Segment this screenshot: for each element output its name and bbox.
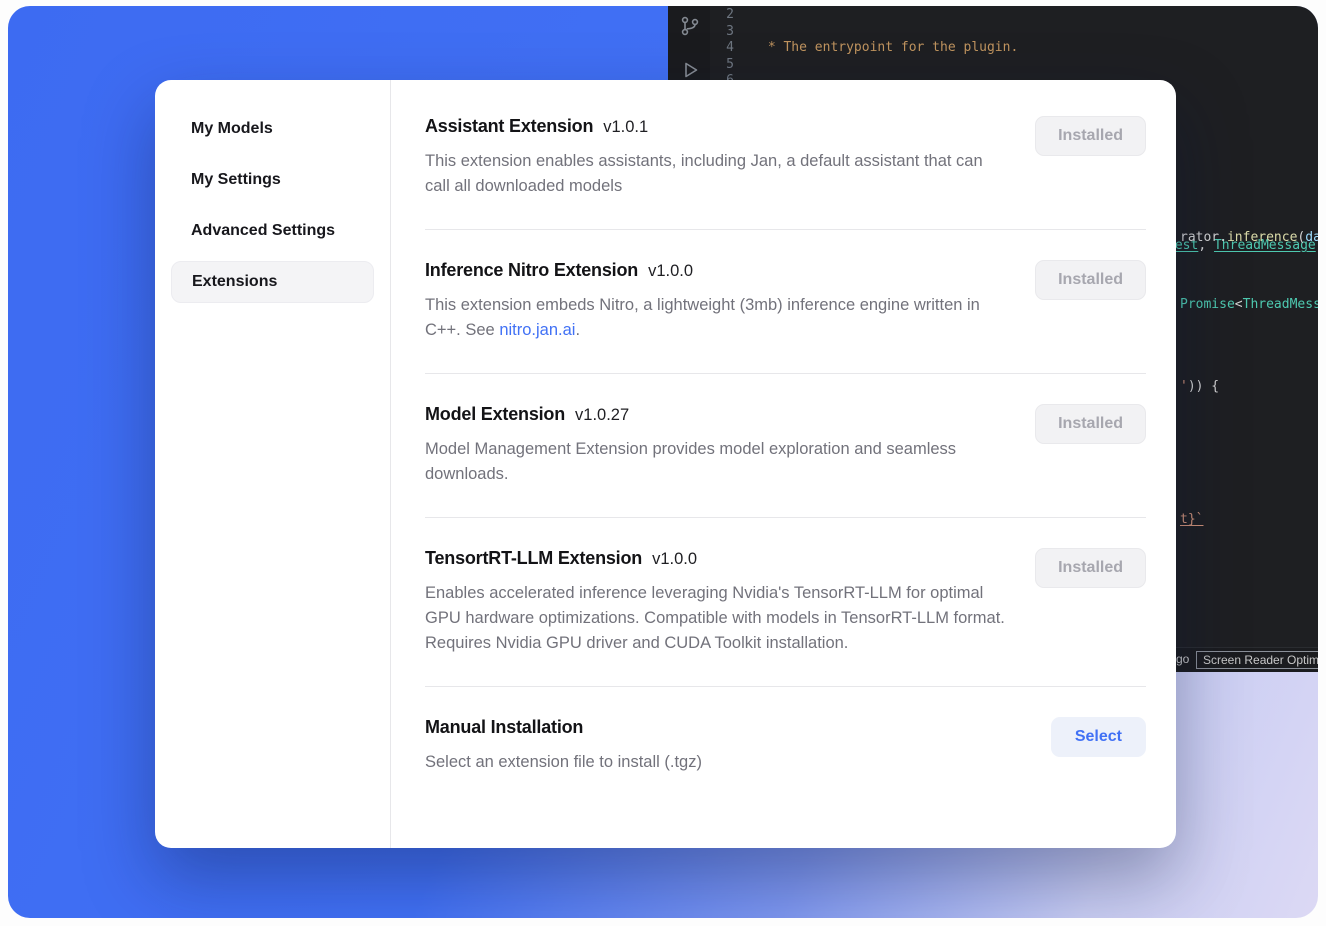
code-fragment: rator.inference(data)); (1180, 230, 1318, 246)
code-line: * The entrypoint for the plugin. (760, 40, 1318, 57)
extension-version: v1.0.27 (575, 406, 629, 425)
sidebar-item-my-settings[interactable]: My Settings (171, 159, 374, 201)
settings-sidebar: My Models My Settings Advanced Settings … (155, 80, 391, 848)
extension-title-row: Model Extension v1.0.27 (425, 404, 1009, 425)
installed-button[interactable]: Installed (1035, 116, 1146, 156)
extension-title-row: TensortRT-LLM Extension v1.0.0 (425, 548, 1009, 569)
manual-installation-title: Manual Installation (425, 717, 583, 738)
sidebar-item-advanced-settings[interactable]: Advanced Settings (171, 210, 374, 252)
wallpaper: 23456 * The entrypoint for the plugin. *… (8, 6, 1318, 918)
installed-button[interactable]: Installed (1035, 548, 1146, 588)
extension-row-nitro: Inference Nitro Extension v1.0.0 This ex… (425, 230, 1146, 374)
installed-button[interactable]: Installed (1035, 260, 1146, 300)
code-fragment: ')) { (1180, 379, 1219, 395)
extensions-panel: Assistant Extension v1.0.1 This extensio… (391, 80, 1176, 848)
extension-row-model: Model Extension v1.0.27 Model Management… (425, 374, 1146, 518)
extension-info: Inference Nitro Extension v1.0.0 This ex… (425, 260, 1009, 343)
extension-info: Assistant Extension v1.0.1 This extensio… (425, 116, 1009, 199)
extension-version: v1.0.0 (652, 550, 697, 569)
settings-modal: My Models My Settings Advanced Settings … (155, 80, 1176, 848)
extension-name: Assistant Extension (425, 116, 593, 137)
nitro-jan-ai-link[interactable]: nitro.jan.ai (499, 321, 575, 339)
manual-installation-row: Manual Installation Select an extension … (425, 687, 1146, 805)
extension-title-row: Manual Installation (425, 717, 702, 738)
sidebar-item-extensions[interactable]: Extensions (171, 261, 374, 303)
extension-description: This extension enables assistants, inclu… (425, 149, 1009, 199)
extension-title-row: Inference Nitro Extension v1.0.0 (425, 260, 1009, 281)
extension-info: Manual Installation Select an extension … (425, 717, 702, 775)
extension-name: Inference Nitro Extension (425, 260, 638, 281)
extension-info: TensortRT-LLM Extension v1.0.0 Enables a… (425, 548, 1009, 656)
manual-installation-description: Select an extension file to install (.tg… (425, 750, 702, 775)
extension-description: This extension embeds Nitro, a lightweig… (425, 293, 1009, 343)
run-debug-icon[interactable] (678, 58, 702, 82)
installed-button[interactable]: Installed (1035, 404, 1146, 444)
code-fragment: t}` (1180, 512, 1203, 528)
description-text: . (575, 321, 580, 339)
select-file-button[interactable]: Select (1051, 717, 1146, 757)
extension-row-assistant: Assistant Extension v1.0.1 This extensio… (425, 92, 1146, 230)
extension-description: Enables accelerated inference leveraging… (425, 581, 1009, 656)
extension-info: Model Extension v1.0.27 Model Management… (425, 404, 1009, 487)
status-text: go (1176, 652, 1189, 666)
extension-name: Model Extension (425, 404, 565, 425)
extension-name: TensortRT-LLM Extension (425, 548, 642, 569)
extension-title-row: Assistant Extension v1.0.1 (425, 116, 1009, 137)
source-control-icon[interactable] (678, 14, 702, 38)
extension-version: v1.0.1 (603, 118, 648, 137)
extension-version: v1.0.0 (648, 262, 693, 281)
desktop: 23456 * The entrypoint for the plugin. *… (0, 0, 1326, 926)
code-fragment: Promise<ThreadMessage> (1180, 297, 1318, 313)
sidebar-item-my-models[interactable]: My Models (171, 108, 374, 150)
line-numbers: 23456 (710, 7, 734, 90)
extension-description: Model Management Extension provides mode… (425, 437, 1009, 487)
extension-row-tensorrt: TensortRT-LLM Extension v1.0.0 Enables a… (425, 518, 1146, 687)
screen-reader-badge[interactable]: Screen Reader Optimized (1196, 651, 1318, 669)
